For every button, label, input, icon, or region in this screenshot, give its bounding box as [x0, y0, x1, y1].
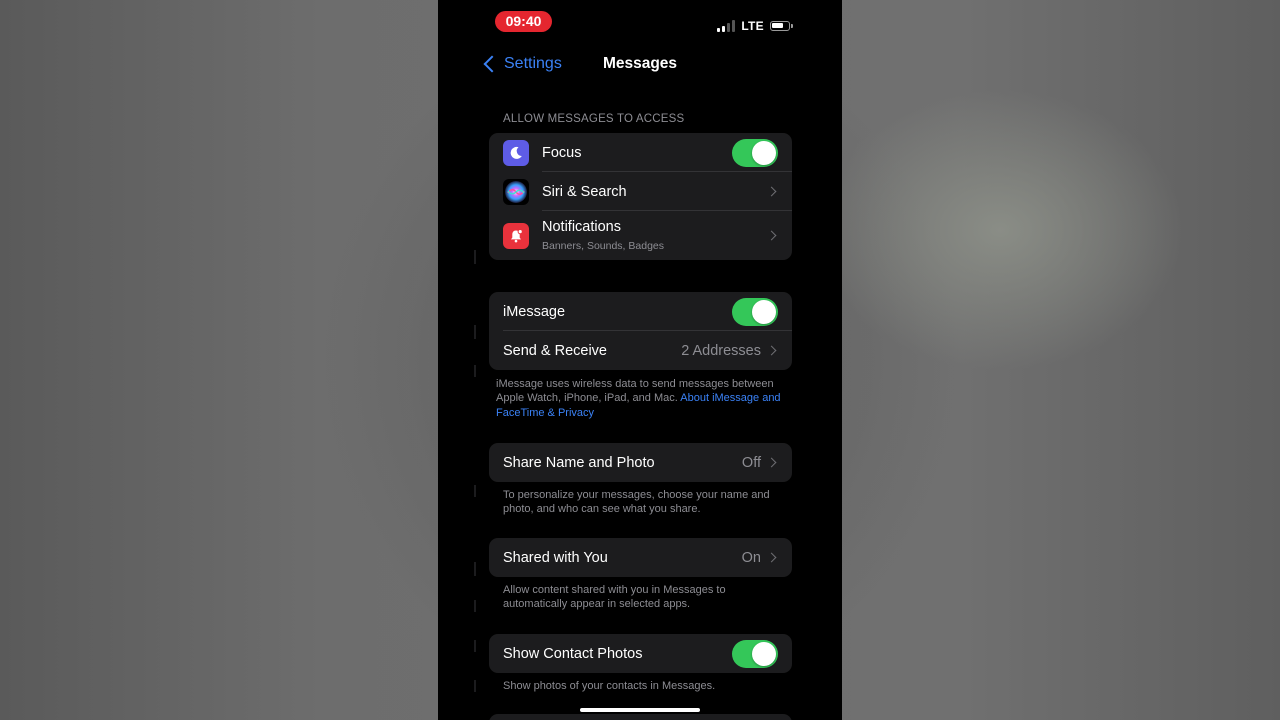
- siri-search-row[interactable]: Siri & Search: [489, 172, 792, 211]
- chevron-right-icon: [766, 552, 777, 563]
- share-name-group: Share Name and Photo Off: [489, 443, 792, 482]
- status-time: 09:40: [495, 11, 552, 32]
- access-settings-group: Focus Siri & Search Notifications Banner…: [489, 133, 792, 260]
- share-name-photo-label: Share Name and Photo: [503, 454, 655, 471]
- battery-icon: [770, 21, 793, 31]
- page-title: Messages: [602, 55, 678, 72]
- imessage-row[interactable]: iMessage: [489, 292, 792, 331]
- send-receive-row[interactable]: Send & Receive 2 Addresses: [489, 331, 792, 370]
- notifications-sublabel: Banners, Sounds, Badges: [542, 240, 665, 252]
- notifications-label: Notifications: [542, 219, 621, 235]
- moon-icon: [503, 139, 529, 166]
- focus-toggle[interactable]: [732, 138, 778, 167]
- show-contact-photos-label: Show Contact Photos: [503, 645, 643, 662]
- shared-with-you-footer: Allow content shared with you in Message…: [503, 584, 726, 611]
- next-settings-group-partial: [489, 714, 792, 720]
- shared-with-you-value: On: [741, 549, 761, 566]
- cellular-signal-icon: [717, 20, 736, 32]
- show-contact-photos-toggle[interactable]: [732, 639, 778, 668]
- status-indicators: LTE: [717, 18, 793, 34]
- share-name-photo-value: Off: [741, 454, 761, 471]
- send-receive-label: Send & Receive: [503, 342, 607, 359]
- share-name-photo-row[interactable]: Share Name and Photo Off: [489, 443, 792, 482]
- siri-search-label: Siri & Search: [542, 183, 627, 200]
- home-indicator[interactable]: [580, 708, 700, 712]
- network-type: LTE: [741, 19, 764, 33]
- imessage-label: iMessage: [503, 303, 566, 320]
- notifications-row[interactable]: Notifications Banners, Sounds, Badges: [489, 211, 792, 260]
- focus-label: Focus: [542, 144, 582, 161]
- imessage-settings-group: iMessage Send & Receive 2 Addresses: [489, 292, 792, 370]
- imessage-footer: iMessage uses wireless data to send mess…: [496, 377, 788, 420]
- share-name-footer: To personalize your messages, choose you…: [503, 489, 770, 516]
- screen-edge-artifacts: [474, 0, 476, 720]
- shared-with-you-group: Shared with You On: [489, 538, 792, 577]
- siri-icon: [503, 178, 529, 205]
- focus-row[interactable]: Focus: [489, 133, 792, 172]
- chevron-right-icon: [766, 457, 777, 468]
- section-header-access: ALLOW MESSAGES TO ACCESS: [503, 113, 685, 125]
- shared-with-you-row[interactable]: Shared with You On: [489, 538, 792, 577]
- show-contact-photos-row[interactable]: Show Contact Photos: [489, 634, 792, 673]
- chevron-right-icon: [766, 230, 777, 241]
- notification-bell-icon: [503, 222, 529, 249]
- chevron-right-icon: [766, 186, 777, 197]
- phone-screen: 09:40 LTE Settings Messages ALLOW MESSAG…: [438, 0, 842, 720]
- send-receive-value: 2 Addresses: [681, 342, 761, 359]
- imessage-toggle[interactable]: [732, 297, 778, 326]
- chevron-right-icon: [766, 345, 777, 356]
- shared-with-you-label: Shared with You: [503, 549, 608, 566]
- contact-photos-group: Show Contact Photos: [489, 634, 792, 673]
- contact-photos-footer: Show photos of your contacts in Messages…: [503, 680, 716, 692]
